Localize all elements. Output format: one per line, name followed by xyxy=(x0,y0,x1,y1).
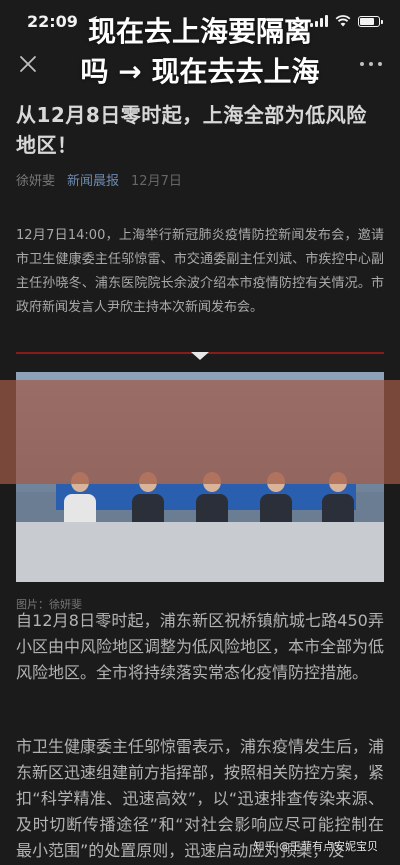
article-author: 徐妍斐 xyxy=(16,174,56,189)
divider-notch-icon xyxy=(191,352,209,360)
overlay-line-2: 吗 → 现在去去上海 xyxy=(80,55,320,88)
overlay-banner-text: 现在去上海要隔离 吗 → 现在去去上海 xyxy=(0,0,400,104)
overlay-line-1: 现在去上海要隔离 xyxy=(87,15,312,48)
article-paragraph-1: 自12月8日零时起，浦东新区祝桥镇航城七路450弄小区由中风险地区调整为低风险地… xyxy=(16,611,385,682)
article-meta: 徐妍斐 新闻晨报 12月7日 xyxy=(16,170,384,189)
article-header: 从12月8日零时起，上海全部为低风险地区！ 徐妍斐 新闻晨报 12月7日 xyxy=(16,100,384,189)
article-title: 从12月8日零时起，上海全部为低风险地区！ xyxy=(16,103,367,157)
article-intro: 12月7日14:00，上海举行新冠肺炎疫情防控新闻发布会，邀请市卫生健康委主任邬… xyxy=(16,228,384,315)
article-source-link[interactable]: 新闻晨报 xyxy=(67,170,119,189)
article-date: 12月7日 xyxy=(131,174,182,189)
overlay-banner xyxy=(0,380,400,484)
watermark: 知乎 @王菲有点安妮宝贝 xyxy=(253,840,379,853)
